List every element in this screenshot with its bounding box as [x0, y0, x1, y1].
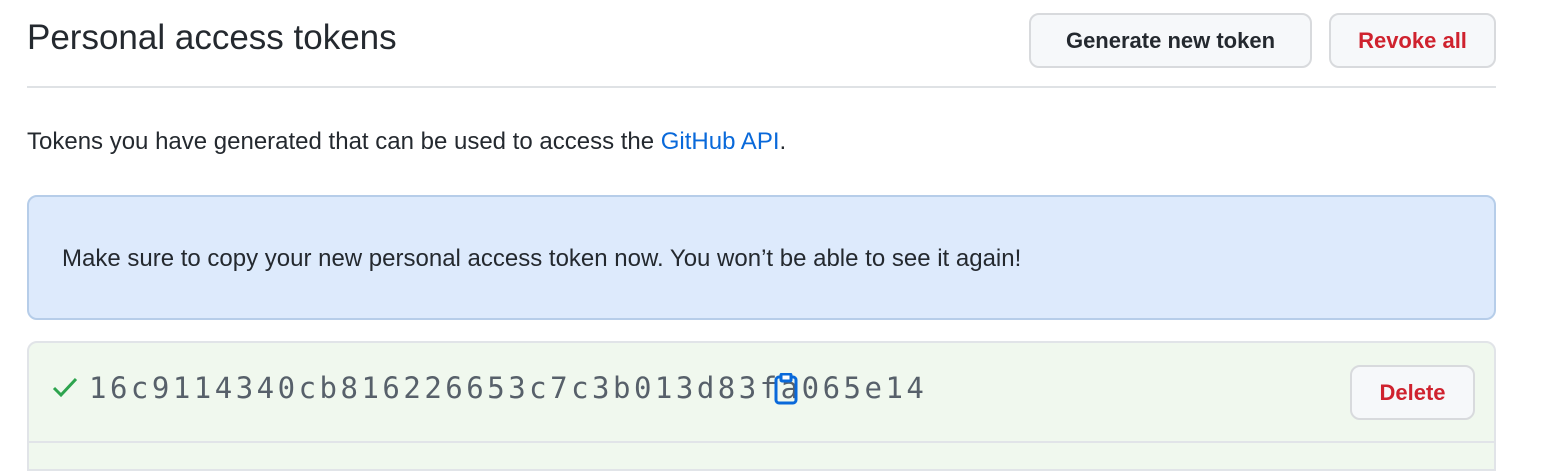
clipboard-icon[interactable] — [774, 373, 798, 405]
github-api-link[interactable]: GitHub API — [661, 128, 780, 155]
flash-notice: Make sure to copy your new personal acce… — [27, 195, 1496, 320]
token-value[interactable]: 16c9114340cb816226653c7c3b013d83fa065e14 — [89, 371, 927, 405]
intro-prefix: Tokens you have generated that can be us… — [27, 128, 661, 155]
revoke-all-button[interactable]: Revoke all — [1329, 13, 1496, 68]
check-icon — [52, 377, 78, 398]
delete-token-button[interactable]: Delete — [1350, 365, 1475, 420]
generate-new-token-button[interactable]: Generate new token — [1029, 13, 1312, 68]
intro-text: Tokens you have generated that can be us… — [27, 128, 786, 156]
token-row: 16c9114340cb816226653c7c3b013d83fa065e14… — [27, 341, 1496, 471]
header-divider — [27, 86, 1496, 88]
intro-suffix: . — [779, 128, 787, 155]
page-title: Personal access tokens — [27, 18, 397, 57]
row-divider — [29, 441, 1494, 443]
flash-message: Make sure to copy your new personal acce… — [62, 245, 1022, 272]
